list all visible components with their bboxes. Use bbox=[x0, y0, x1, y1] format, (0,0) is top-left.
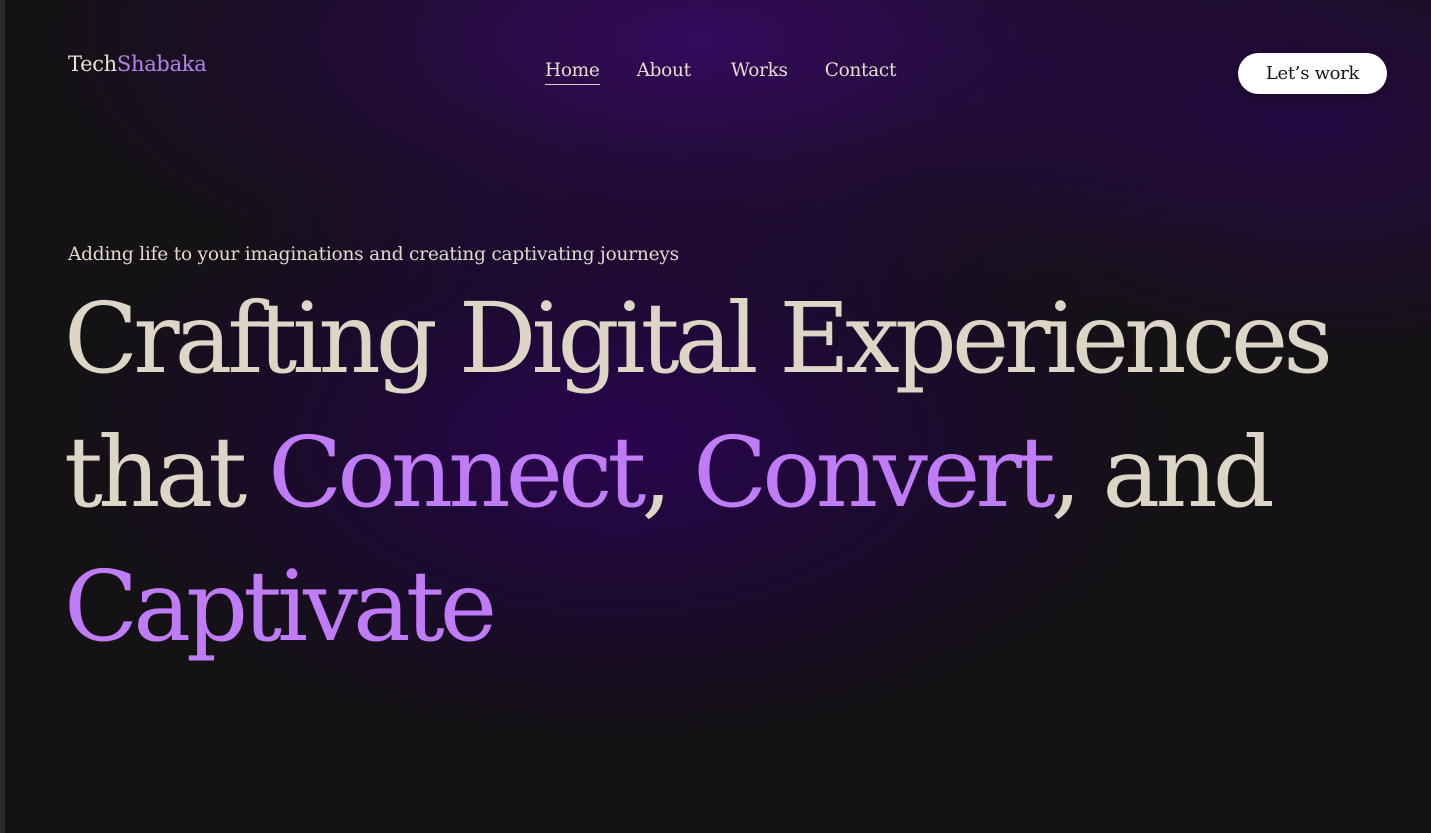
lets-work-button[interactable]: Let’s work bbox=[1238, 53, 1387, 94]
brand-logo-part1: Tech bbox=[68, 52, 117, 76]
hero-comma-1: , bbox=[641, 416, 694, 529]
hero-headline: Crafting Digital Experiences that Connec… bbox=[64, 272, 1333, 674]
brand-logo[interactable]: TechShabaka bbox=[68, 52, 207, 76]
hero-text-and: , and bbox=[1050, 416, 1275, 529]
hero-headline-line1: Crafting Digital Experiences bbox=[64, 282, 1333, 395]
hero-word-convert: Convert bbox=[693, 416, 1056, 529]
hero-word-captivate: Captivate bbox=[64, 550, 497, 663]
hero-word-connect: Connect bbox=[268, 416, 646, 529]
main-nav: Home About Works Contact bbox=[545, 60, 896, 85]
nav-item-contact[interactable]: Contact bbox=[825, 60, 897, 85]
hero-tagline: Adding life to your imaginations and cre… bbox=[68, 244, 679, 265]
brand-logo-part2: Shabaka bbox=[116, 52, 207, 76]
hero-headline-line2: that Connect, Convert, and bbox=[64, 406, 1275, 540]
hero-text-that: that bbox=[64, 416, 269, 529]
landing-page: TechShabaka Home About Works Contact Let… bbox=[0, 0, 1431, 833]
nav-item-home[interactable]: Home bbox=[545, 60, 600, 85]
nav-item-works[interactable]: Works bbox=[731, 60, 788, 85]
left-edge-divider bbox=[0, 0, 5, 833]
nav-item-about[interactable]: About bbox=[637, 60, 692, 85]
